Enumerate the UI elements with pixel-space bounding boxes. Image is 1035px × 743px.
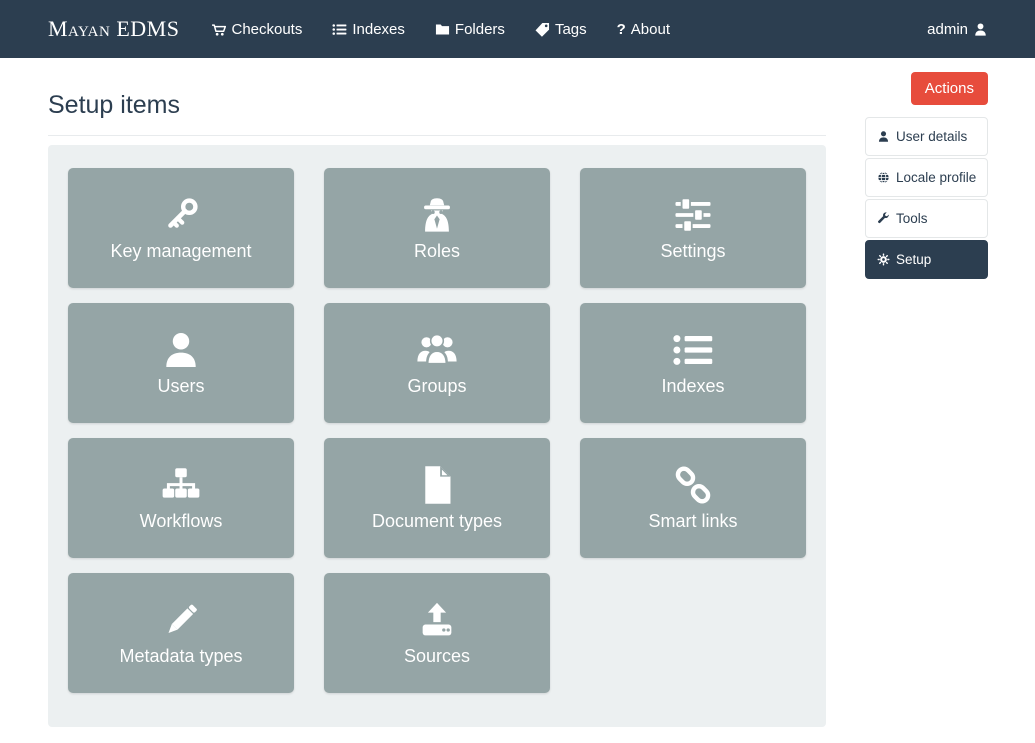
brand-logo[interactable]: Mayan EDMS (48, 16, 179, 42)
nav-item-checkouts[interactable]: Checkouts (211, 21, 302, 38)
tag-icon (535, 22, 550, 37)
nav-item-label: Indexes (352, 21, 405, 38)
user-menu[interactable]: admin (927, 21, 988, 38)
tile-key-management[interactable]: Key management (68, 168, 294, 288)
globe-icon (877, 171, 890, 184)
nav-item-label: Tags (555, 21, 587, 38)
tile-label: Users (157, 376, 204, 398)
tile-label: Document types (372, 511, 502, 533)
tile-label: Sources (404, 646, 470, 668)
chain-icon (672, 464, 714, 506)
folder-icon (435, 22, 450, 37)
tile-label: Workflows (140, 511, 223, 533)
sidebar-item-label: Locale profile (896, 170, 976, 185)
setup-items-panel: Key management Roles Settings Users Grou… (48, 145, 826, 727)
users-icon (416, 329, 458, 371)
tile-label: Indexes (661, 376, 724, 398)
tile-document-types[interactable]: Document types (324, 438, 550, 558)
tile-label: Settings (660, 241, 725, 263)
nav-item-indexes[interactable]: Indexes (332, 21, 405, 38)
sitemap-icon (160, 464, 202, 506)
pencil-icon (160, 599, 202, 641)
nav-item-folders[interactable]: Folders (435, 21, 505, 38)
sliders-icon (672, 194, 714, 236)
shopping-cart-icon (211, 22, 226, 37)
user-icon (973, 22, 988, 37)
tile-grid: Key management Roles Settings Users Grou… (68, 168, 806, 693)
tile-indexes[interactable]: Indexes (580, 303, 806, 423)
page-title: Setup items (48, 91, 826, 120)
tile-label: Key management (110, 241, 251, 263)
sidebar-item-label: Tools (896, 211, 928, 226)
content-column: Setup items Key management Roles Setting… (48, 58, 826, 727)
tile-settings[interactable]: Settings (580, 168, 806, 288)
sidebar-item-label: User details (896, 129, 967, 144)
list-icon (332, 22, 347, 37)
tile-sources[interactable]: Sources (324, 573, 550, 693)
nav-item-label: Checkouts (231, 21, 302, 38)
sidebar-item-label: Setup (896, 252, 931, 267)
key-icon (160, 194, 202, 236)
nav-item-label: About (631, 21, 670, 38)
nav-item-tags[interactable]: Tags (535, 21, 587, 38)
gear-icon (877, 253, 890, 266)
actions-button[interactable]: Actions (911, 72, 988, 105)
tile-users[interactable]: Users (68, 303, 294, 423)
sidebar-item-setup[interactable]: Setup (865, 240, 988, 279)
navbar-menu: Checkouts Indexes Folders Tags About (211, 21, 927, 38)
user-secret-icon (416, 194, 458, 236)
tile-label: Metadata types (119, 646, 242, 668)
question-icon (617, 22, 626, 37)
nav-item-label: Folders (455, 21, 505, 38)
sidebar-menu: User details Locale profile Tools Setup (865, 117, 988, 279)
main-area: Setup items Key management Roles Setting… (0, 58, 1035, 727)
tile-workflows[interactable]: Workflows (68, 438, 294, 558)
tile-metadata-types[interactable]: Metadata types (68, 573, 294, 693)
tile-label: Groups (407, 376, 466, 398)
nav-item-about[interactable]: About (617, 21, 670, 38)
tile-smart-links[interactable]: Smart links (580, 438, 806, 558)
file-icon (416, 464, 458, 506)
sidebar-item-user-details[interactable]: User details (865, 117, 988, 156)
list-icon (672, 329, 714, 371)
top-navbar: Mayan EDMS Checkouts Indexes Folders Tag… (0, 0, 1035, 58)
tile-label: Roles (414, 241, 460, 263)
tile-label: Smart links (648, 511, 737, 533)
username-label: admin (927, 21, 968, 38)
user-icon (877, 130, 890, 143)
tile-roles[interactable]: Roles (324, 168, 550, 288)
sidebar-item-tools[interactable]: Tools (865, 199, 988, 238)
upload-icon (416, 599, 458, 641)
wrench-icon (877, 212, 890, 225)
sidebar-item-locale-profile[interactable]: Locale profile (865, 158, 988, 197)
title-divider (48, 135, 826, 136)
user-icon (160, 329, 202, 371)
tile-groups[interactable]: Groups (324, 303, 550, 423)
right-sidebar: Actions User details Locale profile Tool… (865, 58, 988, 727)
